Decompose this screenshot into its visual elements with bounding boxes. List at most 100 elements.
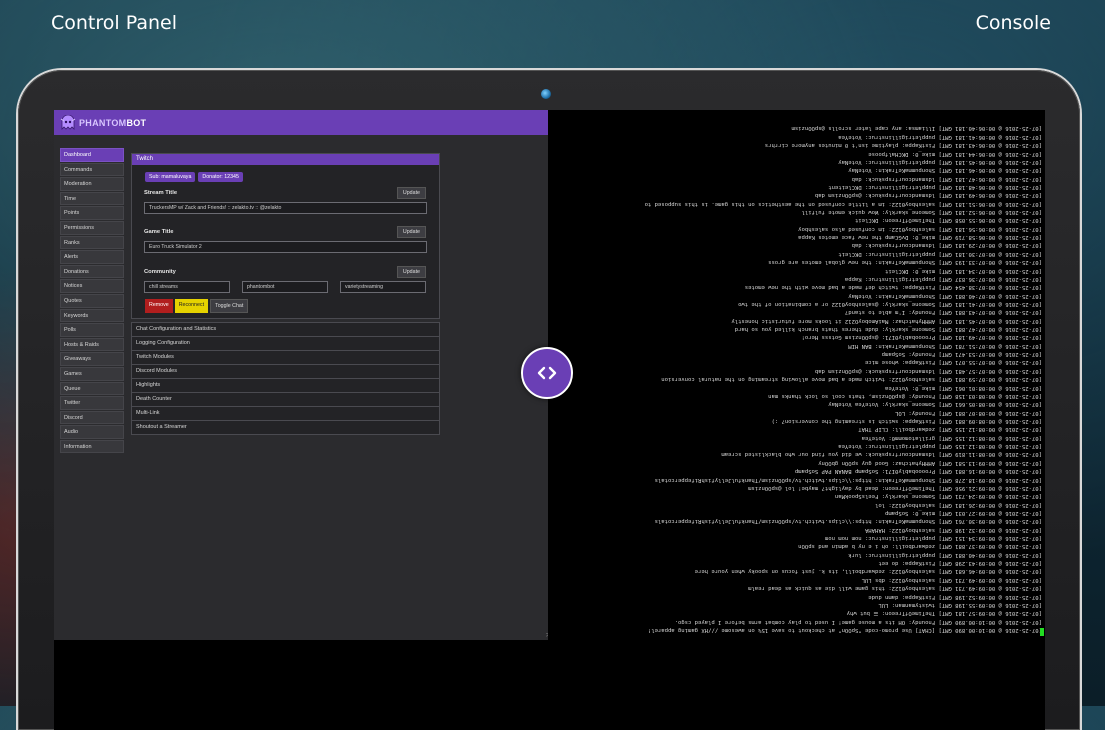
console-line: [07-25-2016 @ 00:10:00.890 GMT] Fnoundy:… (674, 618, 1042, 625)
accordion-shoutout-a-streamer[interactable]: Shoutout a Streamer (131, 421, 440, 435)
sub-badge: Sub: mamaluvaya (145, 172, 196, 182)
console-line: [07-25-2016 @ 00:07:40.881 GMT] Shonpumm… (848, 292, 1042, 299)
accordion-chat-configuration-and-statistics[interactable]: Chat Configuration and Statistics (131, 322, 440, 337)
console-line: [07-25-2016 @ 00:09:49.731 GMT] saleshbo… (748, 585, 1042, 592)
sidebar-item-points[interactable]: Points (60, 206, 124, 220)
console-line: [07-25-2016 @ 00:09:16.881 GMT] Prooooba… (794, 468, 1042, 475)
stream-title-section: Stream Title Update TruckersMP w/ Zack a… (132, 187, 439, 214)
sidebar-item-polls[interactable]: Polls (60, 323, 124, 337)
sidebar-item-information[interactable]: Information (60, 439, 124, 454)
console-line: [07-25-2016 @ 00:08:01.061 GMT] mike_0: … (885, 384, 1042, 391)
sidebar-item-games[interactable]: Games (60, 366, 124, 381)
console-line: [07-25-2016 @ 00:08:03.158 GMT] Fnoundy:… (768, 392, 1042, 399)
console-line: [07-25-2016 @ 00:09:18.278 GMT] Shonpumm… (654, 476, 1042, 483)
console-cursor (1040, 628, 1044, 636)
app-header: PHANTOMBOT (54, 110, 548, 135)
left-right-arrows-icon (537, 366, 557, 380)
hero-title-console: Console (975, 12, 1051, 34)
console-line: [07-25-2016 @ 00:08:12.155 GMT] grillato… (861, 434, 1042, 441)
sidebar-item-moderation[interactable]: Moderation (60, 177, 124, 191)
console-line: [07-25-2016 @ 00:08:12.155 GMT] zedwardb… (858, 426, 1042, 433)
logo-prefix: PHANTOM (79, 117, 127, 128)
accordion-discord-modules[interactable]: Discord Modules (131, 365, 440, 379)
game-title-update-button[interactable]: Update (396, 226, 426, 238)
console-line: [07-25-2016 @ 00:10:00.890 GMT] [CHAT] U… (647, 627, 1042, 633)
sidebar-item-giveaways[interactable]: Giveaways (60, 352, 124, 366)
accordion-multi-link[interactable]: Multi-Link (131, 407, 440, 421)
console-line: [07-25-2016 @ 00:09:26.181 GMT] saleshbo… (875, 501, 1042, 508)
sidebar-item-alerts[interactable]: Alerts (60, 250, 124, 264)
compare-slider-handle[interactable] (521, 347, 573, 399)
accordion-twitch-modules[interactable]: Twitch Modules (131, 351, 440, 365)
accordion-logging-configuration[interactable]: Logging Configuration (131, 337, 440, 351)
console-line: [07-25-2016 @ 00:07:34.181 GMT] mike_0: … (885, 267, 1042, 274)
console-line: [07-25-2016 @ 00:07:41.181 GMT] Someone_… (738, 300, 1042, 307)
sidebar-item-keywords[interactable]: Keywords (60, 308, 124, 323)
sidebar-item-notices[interactable]: Notices (60, 279, 124, 293)
console-line: [07-25-2016 @ 00:09:30.761 GMT] Shonpumm… (654, 518, 1042, 525)
console-line: [07-25-2016 @ 00:09:32.198 GMT] saleshbo… (865, 526, 1042, 533)
console-line: [07-25-2016 @ 00:07:55.071 GMT] FistKapp… (865, 359, 1042, 366)
sidebar-item-dashboard[interactable]: Dashboard (60, 148, 124, 162)
console-line: [07-25-2016 @ 00:09:55.198 GMT] twistyma… (878, 601, 1042, 608)
donator-badge: Donator: 12345 (198, 172, 243, 182)
console-line: [07-25-2016 @ 00:06:49.181 GMT] ldsmandc… (814, 192, 1042, 199)
community-field-2[interactable]: phantombot (242, 281, 328, 293)
console-line: [07-25-2016 @ 00:07:38.454 GMT] FistKapp… (744, 284, 1042, 291)
accordion-death-counter[interactable]: Death Counter (131, 393, 440, 407)
console-line: [07-25-2016 @ 00:06:51.181 GMT] saleshbo… (644, 200, 1042, 207)
console-line: [07-25-2016 @ 00:07:51.781 GMT] Shonpumm… (848, 342, 1042, 349)
sidebar-item-commands[interactable]: Commands (60, 162, 124, 177)
sidebar-item-twitter[interactable]: Twitter (60, 396, 124, 410)
game-title-section: Game Title Update Euro Truck Simulator 2 (132, 226, 439, 253)
console-line: [07-25-2016 @ 00:09:24.731 GMT] Someone_… (834, 493, 1042, 500)
game-title-input[interactable]: Euro Truck Simulator 2 (144, 241, 427, 253)
console-line: [07-25-2016 @ 00:07:43.881 GMT] Fnoundy:… (844, 309, 1042, 316)
console-line: [07-25-2016 @ 00:06:46.181 GMT] Shonpumm… (848, 167, 1042, 174)
console-line: [07-25-2016 @ 00:07:45.181 GMT] AHHHyhat… (731, 317, 1042, 324)
console-line: [07-25-2016 @ 00:06:48.181 GMT] puppletr… (828, 183, 1042, 190)
console-line: [07-25-2016 @ 00:06:55.058 GMT] TheTimeO… (854, 217, 1042, 224)
console-line: [07-25-2016 @ 00:06:43.181 GMT] FistKapp… (764, 142, 1042, 149)
console-line: [07-25-2016 @ 00:09:52.198 GMT] FistKapp… (868, 593, 1042, 600)
community-field-3[interactable]: varietystreaming (340, 281, 426, 293)
console-line: [07-25-2016 @ 00:09:57.181 GMT] TheTimeO… (846, 610, 1042, 617)
twitch-card-title: Twitch (132, 154, 439, 165)
game-title-label: Game Title (144, 229, 174, 235)
community-field-1[interactable]: chill streams (144, 281, 230, 293)
sidebar-item-audio[interactable]: Audio (60, 425, 124, 439)
main-content: Twitch Sub: mamaluvaya Donator: 12345 St… (131, 153, 440, 435)
console-line: [07-25-2016 @ 00:09:27.031 GMT] mike_0: … (885, 509, 1042, 516)
phantombot-app: PHANTOMBOT Dashboard Commands Moderation Ti… (54, 110, 548, 640)
console-line: [07-25-2016 @ 00:09:40.881 GMT] puppletr… (848, 551, 1042, 558)
toggle-chat-button[interactable]: Toggle Chat (210, 299, 249, 313)
accordion-highlights[interactable]: Highlights (131, 379, 440, 393)
laptop-screen: PHANTOMBOT Dashboard Commands Moderation Ti… (54, 110, 1045, 730)
module-accordion: Chat Configuration and Statistics Logging… (131, 322, 440, 435)
console-pane: [07-25-2016 @ 00:10:00.890 GMT] [CHAT] U… (548, 110, 1045, 636)
stream-title-update-button[interactable]: Update (396, 187, 426, 199)
console-line: [07-25-2016 @ 00:06:58.719 GMT] mike_0: … (798, 234, 1042, 241)
console-line: [07-25-2016 @ 00:09:13.581 GMT] AHHHyhat… (818, 459, 1042, 466)
sidebar-item-donations[interactable]: Donations (60, 264, 124, 279)
sidebar-item-hosts-raids[interactable]: Hosts & Raids (60, 337, 124, 352)
app-logo: PHANTOMBOT (79, 118, 146, 128)
sidebar-item-discord[interactable]: Discord (60, 410, 124, 425)
sidebar-item-ranks[interactable]: Ranks (60, 235, 124, 250)
sidebar-item-time[interactable]: Time (60, 191, 124, 206)
console-line: [07-25-2016 @ 00:07:47.881 GMT] Someone_… (734, 326, 1042, 333)
remove-button[interactable]: Remove (145, 299, 173, 313)
console-line: [07-25-2016 @ 00:09:21.956 GMT] TheTimeO… (748, 484, 1042, 491)
console-line: [07-25-2016 @ 00:07:49.181 GMT] Prooooba… (801, 334, 1042, 341)
sidebar-item-queue[interactable]: Queue (60, 381, 124, 396)
community-update-button[interactable]: Update (396, 266, 426, 278)
console-line: [07-25-2016 @ 00:08:05.661 GMT] Someone_… (828, 401, 1042, 408)
reconnect-button[interactable]: Reconnect (174, 299, 209, 313)
console-line: [07-25-2016 @ 00:06:45.181 GMT] puppletr… (838, 158, 1042, 165)
camera-icon (541, 89, 551, 99)
stream-title-input[interactable]: TruckersMP w/ Zack and Friends! :: zelak… (144, 202, 427, 214)
console-log: [07-25-2016 @ 00:10:00.890 GMT] [CHAT] U… (548, 110, 1045, 636)
console-line: [07-25-2016 @ 00:07:29.181 GMT] ldsmandc… (851, 242, 1042, 249)
sidebar-item-quotes[interactable]: Quotes (60, 293, 124, 308)
sidebar-item-permissions[interactable]: Permissions (60, 220, 124, 235)
